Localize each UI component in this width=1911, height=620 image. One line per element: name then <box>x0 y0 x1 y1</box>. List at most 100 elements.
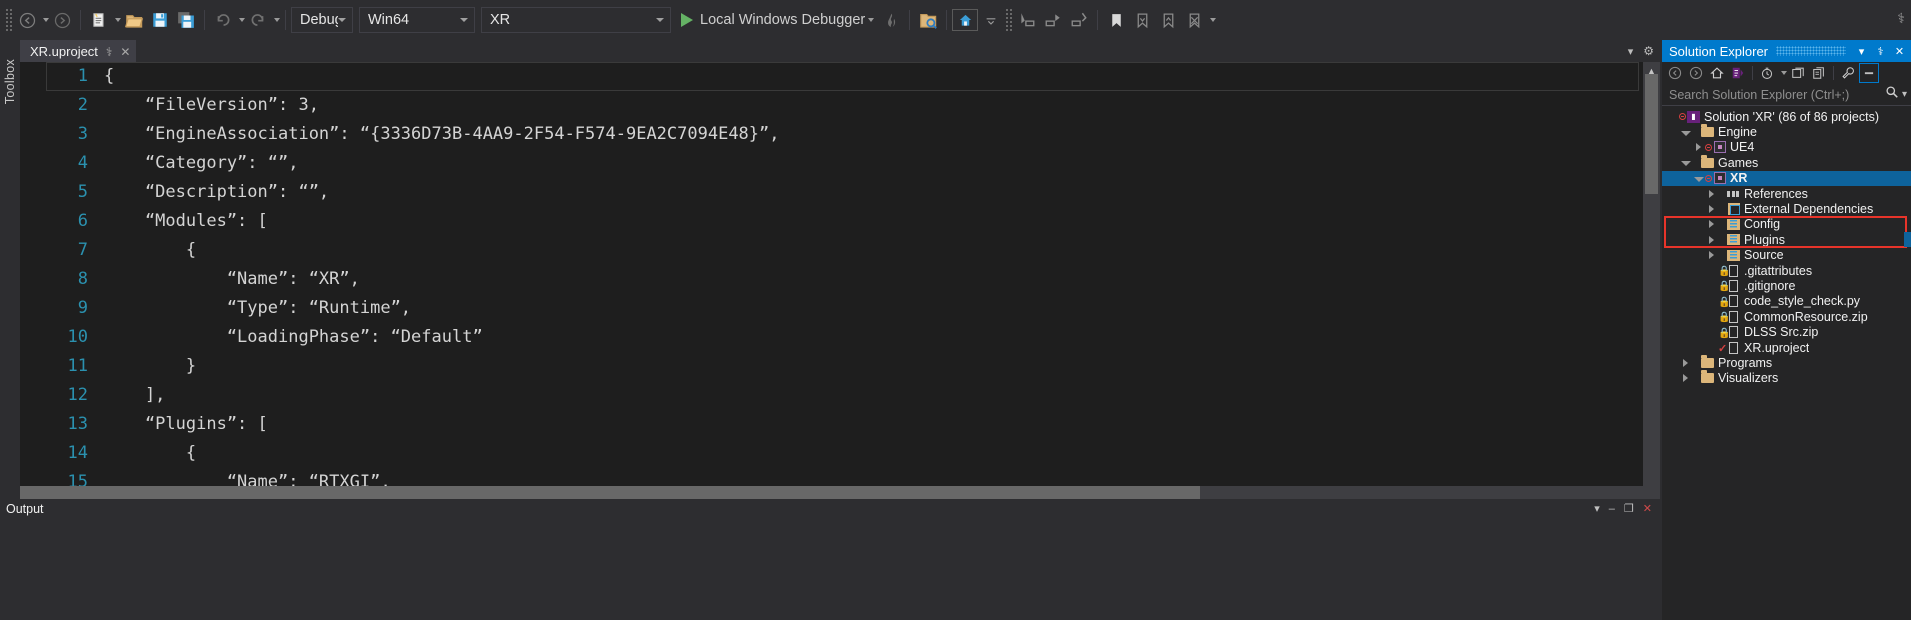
chevron-right-icon[interactable] <box>1692 143 1705 152</box>
chevron-right-icon[interactable] <box>1705 235 1718 244</box>
chevron-down-icon[interactable]: ▾ <box>1594 502 1600 515</box>
code-line[interactable]: 14 { <box>46 439 1660 468</box>
tab-xr-uproject[interactable]: XR.uproject ⚕ ✕ <box>20 40 137 62</box>
search-icon[interactable] <box>1885 85 1899 104</box>
bookmark-icon[interactable] <box>1103 5 1129 35</box>
code-line[interactable]: 6 “Modules”: [ <box>46 207 1660 236</box>
undo-icon[interactable] <box>210 5 236 35</box>
editor-code-area[interactable]: 1{2 “FileVersion”: 3, 3 “EngineAssociatio… <box>46 62 1660 499</box>
toolbar-grip[interactable] <box>4 8 14 32</box>
pending-changes-caret-icon[interactable] <box>1781 71 1787 75</box>
tree-item[interactable]: External Dependencies <box>1662 201 1911 216</box>
save-all-icon[interactable] <box>173 5 199 35</box>
hscrollbar-thumb[interactable] <box>20 486 1200 499</box>
chevron-down-icon[interactable] <box>1679 130 1692 136</box>
show-all-files-icon[interactable] <box>1809 63 1829 83</box>
code-line[interactable]: 11 } <box>46 352 1660 381</box>
start-debugging-button[interactable]: Local Windows Debugger <box>677 5 878 35</box>
float-icon[interactable]: ❐ <box>1624 502 1634 515</box>
redo-caret-icon[interactable] <box>274 18 280 22</box>
toolbar-grip-2[interactable] <box>1004 8 1014 32</box>
properties-wrench-icon[interactable] <box>1838 63 1858 83</box>
tree-item[interactable]: 🔒 .gitignore <box>1662 278 1911 293</box>
chevron-down-icon[interactable] <box>1679 160 1692 167</box>
tree-item[interactable]: UE4 <box>1662 140 1911 155</box>
code-line[interactable]: 7 { <box>46 236 1660 265</box>
minimize-icon[interactable]: – <box>1609 503 1615 515</box>
chevron-right-icon[interactable] <box>1705 189 1718 198</box>
step-out-icon[interactable] <box>1066 5 1092 35</box>
tree-item[interactable]: 🔒 CommonResource.zip <box>1662 309 1911 324</box>
code-line[interactable]: 4 “Category”: “”, <box>46 149 1660 178</box>
view-icon[interactable] <box>1859 63 1879 83</box>
tree-item[interactable]: Games <box>1662 154 1911 170</box>
editor-vertical-scrollbar[interactable]: ▲ ▼ <box>1643 62 1660 499</box>
output-panel-tab[interactable]: Output ▾ – ❐ ✕ <box>0 499 1660 518</box>
code-line[interactable]: 10 “LoadingPhase”: “Default” <box>46 323 1660 352</box>
pending-changes-icon[interactable] <box>1757 63 1777 83</box>
startup-project-combo[interactable]: XR <box>481 7 671 33</box>
dropdown-overflow-icon[interactable] <box>978 5 1004 35</box>
tree-item[interactable]: 🔒 code_style_check.py <box>1662 294 1911 309</box>
tree-item[interactable]: Programs <box>1662 354 1911 370</box>
tree-item[interactable]: Plugins <box>1662 232 1911 247</box>
tree-item[interactable]: References <box>1662 186 1911 201</box>
toolbox-tab[interactable]: Toolbox <box>0 42 20 122</box>
gear-icon[interactable]: ⚙ <box>1643 44 1654 58</box>
hot-reload-icon[interactable] <box>878 5 904 35</box>
tree-item[interactable]: 🔒 DLSS Src.zip <box>1662 324 1911 339</box>
tree-item[interactable]: Engine <box>1662 124 1911 139</box>
pin-icon[interactable]: ⚕ <box>1873 45 1888 58</box>
forward-icon[interactable] <box>1686 63 1706 83</box>
chevron-down-icon[interactable] <box>1692 176 1705 182</box>
code-line[interactable]: 13 “Plugins”: [ <box>46 410 1660 439</box>
arrow-forward-icon[interactable] <box>49 5 75 35</box>
bookmark-prev-icon[interactable] <box>1155 5 1181 35</box>
code-line[interactable]: 3 “EngineAssociation”: “{3336D73B-4AA9-2… <box>46 120 1660 149</box>
search-solution-explorer-input[interactable]: Search Solution Explorer (Ctrl+;) ▾ <box>1662 84 1911 106</box>
attach-to-process-icon[interactable] <box>915 5 941 35</box>
chevron-right-icon[interactable] <box>1705 251 1718 260</box>
tree-item[interactable]: Config <box>1662 217 1911 232</box>
tree-item[interactable]: ▮ Solution 'XR' (86 of 86 projects) <box>1662 109 1911 124</box>
step-into-icon[interactable] <box>1014 5 1040 35</box>
search-options-caret-icon[interactable]: ▾ <box>1902 89 1907 100</box>
code-line[interactable]: 2 “FileVersion”: 3, <box>46 91 1660 120</box>
close-icon[interactable]: ✕ <box>120 46 130 58</box>
code-line[interactable]: 9 “Type”: “Runtime”, <box>46 294 1660 323</box>
save-icon[interactable] <box>147 5 173 35</box>
chevron-right-icon[interactable] <box>1679 374 1692 383</box>
tree-item[interactable]: XR <box>1662 170 1911 186</box>
chevron-right-icon[interactable] <box>1705 220 1718 229</box>
solution-platform-combo[interactable]: Win64 <box>359 7 475 33</box>
pin-icon[interactable]: ⚕ <box>1897 10 1905 27</box>
editor-horizontal-scrollbar[interactable] <box>20 486 1660 499</box>
code-line[interactable]: 5 “Description”: “”, <box>46 178 1660 207</box>
sync-with-active-document-icon[interactable] <box>1728 63 1748 83</box>
code-line[interactable]: 12 ], <box>46 381 1660 410</box>
back-icon[interactable] <box>1665 63 1685 83</box>
scrollbar-thumb[interactable] <box>1645 74 1658 194</box>
arrow-back-icon[interactable] <box>14 5 40 35</box>
redo-icon[interactable] <box>245 5 271 35</box>
tree-item[interactable]: 🔒 .gitattributes <box>1662 263 1911 278</box>
code-line[interactable]: 8 “Name”: “XR”, <box>46 265 1660 294</box>
code-editor[interactable]: 1{2 “FileVersion”: 3, 3 “EngineAssociatio… <box>20 62 1660 499</box>
code-line[interactable]: 1{ <box>46 62 1660 91</box>
chevron-down-icon[interactable]: ▾ <box>1628 45 1634 58</box>
solution-configuration-combo[interactable]: Debug | <box>291 7 353 33</box>
chevron-down-icon[interactable]: ▾ <box>1854 45 1869 58</box>
tree-item[interactable]: Source <box>1662 248 1911 263</box>
step-over-icon[interactable] <box>1040 5 1066 35</box>
chevron-right-icon[interactable] <box>1679 358 1692 367</box>
chevron-right-icon[interactable] <box>1705 205 1718 214</box>
start-debugging-caret-icon[interactable] <box>868 18 875 22</box>
close-icon[interactable]: ✕ <box>1892 45 1907 58</box>
bookmark-overflow-caret-icon[interactable] <box>1210 18 1217 22</box>
bookmark-clear-icon[interactable] <box>1181 5 1207 35</box>
tree-item[interactable]: Visualizers <box>1662 370 1911 386</box>
home-diagnostics-icon[interactable] <box>952 9 979 31</box>
close-icon[interactable]: ✕ <box>1643 502 1652 515</box>
solution-tree[interactable]: ▮ Solution 'XR' (86 of 86 projects) Engine… <box>1662 106 1911 620</box>
tab-pin-icon[interactable]: ⚕ <box>106 46 113 58</box>
